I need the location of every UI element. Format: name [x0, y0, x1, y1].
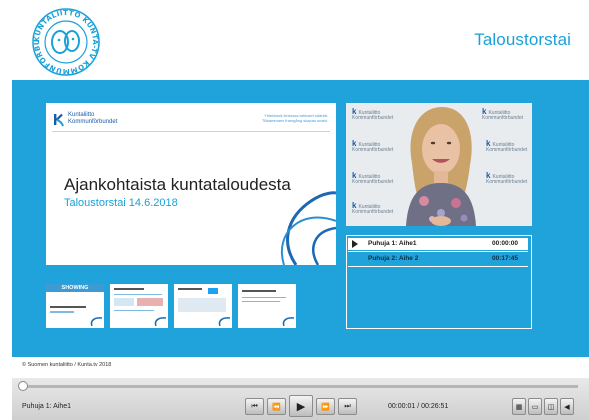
chapter-label: Puhuja 1: Aihe1 [368, 240, 417, 247]
kuntaliitto-k-icon [54, 113, 64, 127]
fast-forward-button[interactable]: ⏩ [316, 398, 335, 415]
speaker-video-frame [406, 107, 476, 226]
header: KUNTALIITTO KUNTA-TV KOMMUNFÖRBUNDET Tal… [0, 0, 589, 80]
layout-slide-button[interactable]: ▭ [528, 398, 542, 415]
slide-org-name-sv: Kommunförbundet [68, 119, 118, 125]
skip-to-end-button[interactable]: ⏭ [338, 398, 357, 415]
showing-badge: SHOWING [46, 284, 104, 292]
chapter-item-2[interactable]: Puhuja 2: Aihe 2 00:17:45 [348, 253, 528, 265]
chapter-label: Puhuja 2: Aihe 2 [368, 255, 419, 262]
player-controls: Puhuja 1: Aihe1 ⏮ ⏪ ▶ ⏩ ⏭ 00:00:01 / 00:… [12, 378, 589, 420]
chapter-time: 00:00:00 [491, 240, 518, 247]
slide-thumbnail-4[interactable] [238, 284, 296, 328]
current-slide[interactable]: Kuntaliitto Kommunförbundet Yhteisissä t… [46, 103, 336, 265]
slide-subtitle: Taloustorstai 14.6.2018 [64, 197, 178, 209]
thumb-swoosh-icon [218, 317, 230, 326]
now-playing-label: Puhuja 1: Aihe1 [22, 403, 72, 410]
slide-thumbnail-2[interactable] [110, 284, 168, 328]
slide-thumbnail-1[interactable]: SHOWING [46, 284, 104, 328]
chapter-divider [348, 251, 528, 252]
rewind-button[interactable]: ⏪ [267, 398, 286, 415]
thumb-swoosh-icon [90, 317, 102, 326]
layout-grid-button[interactable]: ▦ [512, 398, 526, 415]
speaker-icon: ◀ [564, 403, 570, 411]
chapter-time: 00:17:45 [491, 255, 518, 262]
skip-to-start-button[interactable]: ⏮ [245, 398, 264, 415]
rewind-icon: ⏪ [272, 403, 281, 411]
slide-org-name-fi: Kuntaliitto [68, 112, 95, 118]
skip-start-icon: ⏮ [251, 402, 258, 410]
chapter-divider [348, 266, 528, 267]
grid-icon: ▦ [515, 403, 523, 411]
play-icon [352, 240, 358, 248]
video-player[interactable]: k Kuntaliitto Kommunförbundet k Kuntaliitto… [346, 103, 532, 226]
progress-handle[interactable] [18, 381, 28, 391]
slide-thumbnail-3[interactable] [174, 284, 232, 328]
kuntaliitto-logo[interactable]: KUNTALIITTO KUNTA-TV KOMMUNFÖRBUNDET [30, 6, 102, 78]
slide-tagline-sv: Tillsammans framgång skapas snabt. [261, 118, 328, 123]
play-button[interactable]: ▶ [289, 395, 313, 417]
play-icon: ▶ [296, 400, 306, 413]
skip-end-icon: ⏭ [344, 402, 351, 410]
time-readout: 00:00:01 / 00:26:51 [388, 403, 449, 410]
fast-forward-icon: ⏩ [321, 403, 330, 411]
slide-tagline: Yhteisissä tiedossa tahtoset sääntä. Til… [262, 113, 328, 123]
page-title: Taloustorstai [474, 30, 571, 49]
chapter-item-1[interactable]: Puhuja 1: Aihe1 00:00:00 [348, 238, 528, 250]
slide-layout-icon: ▭ [531, 403, 539, 411]
slide-divider [52, 131, 330, 132]
progress-bar[interactable] [22, 385, 578, 388]
thumb-swoosh-icon [282, 317, 294, 326]
slide-title: Ajankohtaista kuntataloudesta [64, 175, 291, 194]
volume-button[interactable]: ◀ [560, 398, 574, 415]
split-layout-icon: ◫ [547, 403, 555, 411]
thumb-swoosh-icon [154, 317, 166, 326]
layout-split-button[interactable]: ◫ [544, 398, 558, 415]
copyright-text: © Suomen kuntaliitto / Kunta.tv 2018 [22, 362, 112, 368]
